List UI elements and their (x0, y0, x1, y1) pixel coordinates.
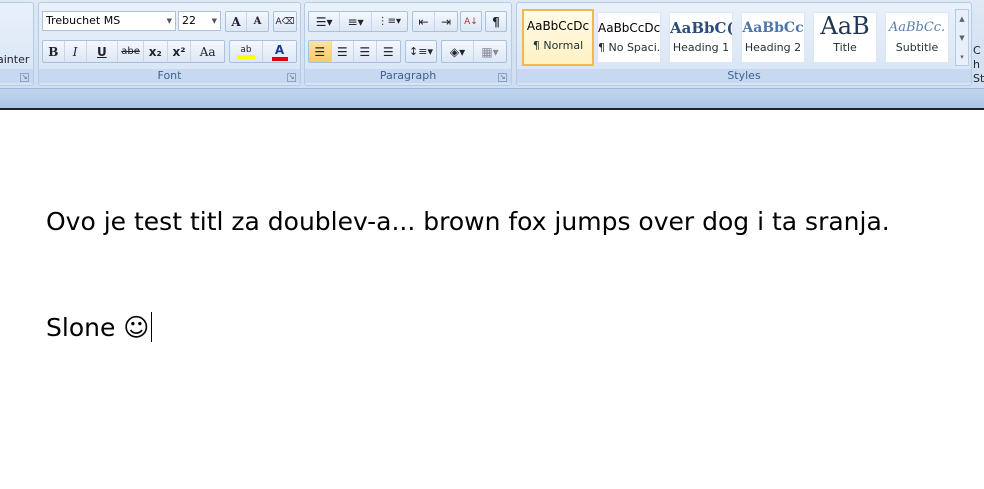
style-preview: AaBbCcDc (526, 19, 590, 33)
paragraph-group-label: Paragraph (305, 69, 511, 83)
styles-group: AaBbCcDc ¶ Normal AaBbCcDc ¶ No Spaci... A… (516, 2, 972, 86)
bold-button[interactable]: B (43, 41, 65, 62)
more-styles-icon[interactable]: ▾ (956, 48, 968, 67)
align-center-icon[interactable]: ☰ (332, 41, 355, 62)
document-line-2-text: Slone ☺ (46, 313, 150, 342)
style-heading-2[interactable]: AaBbCc Heading 2 (741, 12, 805, 63)
font-name-select[interactable]: Trebuchet MS ▼ (42, 11, 176, 31)
scroll-up-icon[interactable]: ▲ (956, 10, 968, 29)
numbering-icon[interactable]: ≡▾ (340, 12, 372, 31)
strikethrough-button[interactable]: abe (118, 41, 144, 62)
multilevel-list-icon[interactable]: ⋮≡▾ (372, 12, 407, 31)
sort-button[interactable]: A↓ (461, 12, 481, 31)
font-color-label: A (274, 42, 285, 57)
styles-scrollbar[interactable]: ▲ ▼ ▾ (955, 9, 969, 66)
style-name: ¶ Normal (532, 39, 584, 52)
font-color-bar (271, 56, 288, 61)
style-heading-1[interactable]: AaBbC( Heading 1 (669, 12, 733, 63)
grow-font-button[interactable]: A (226, 12, 248, 31)
style-name: Heading 1 (672, 41, 730, 54)
decrease-indent-icon[interactable]: ⇤ (413, 12, 436, 31)
highlight-label: ab (240, 44, 252, 55)
style-preview: AaBbC( (670, 19, 732, 37)
justify-icon[interactable]: ☰ (377, 41, 400, 62)
font-group: Trebuchet MS ▼ 22 ▼ A A A⌫ B I U abe x₂ x²… (38, 2, 301, 86)
italic-button[interactable]: I (65, 41, 87, 62)
align-right-icon[interactable]: ☰ (354, 41, 377, 62)
subscript-button[interactable]: x₂ (144, 41, 168, 62)
style-name: ¶ No Spaci... (598, 41, 661, 54)
change-case-button[interactable]: Aa (191, 41, 224, 62)
font-size-select[interactable]: 22 ▼ (178, 11, 221, 31)
document-line-2[interactable]: Slone ☺ (46, 312, 153, 342)
styles-group-label: Styles (517, 69, 971, 83)
style-normal[interactable]: AaBbCcDc ¶ Normal (522, 9, 594, 66)
font-color-button[interactable]: A (263, 41, 296, 62)
text-caret (151, 312, 153, 342)
style-no-spacing[interactable]: AaBbCcDc ¶ No Spaci... (597, 12, 661, 63)
chevron-down-icon: ▼ (166, 17, 172, 25)
shading-icon[interactable]: ◈▾ (442, 41, 475, 62)
style-title[interactable]: AaB Title (813, 12, 877, 63)
clipboard-group: ainter ↘ (0, 2, 34, 86)
font-dialog-launcher-icon[interactable]: ↘ (287, 73, 296, 82)
clear-formatting-icon[interactable]: A⌫ (274, 12, 296, 31)
borders-icon[interactable]: ▦▾ (474, 41, 506, 62)
style-name: Title (833, 41, 857, 54)
ribbon-bottom-strip (0, 88, 984, 109)
document-line-1[interactable]: Ovo je test titl za doublev-a... brown f… (46, 207, 890, 236)
style-preview: AaBbCc (742, 20, 804, 36)
style-name: Heading 2 (744, 41, 802, 54)
superscript-button[interactable]: x² (168, 41, 192, 62)
align-left-icon[interactable]: ☰ (309, 41, 332, 62)
document-top-border (0, 108, 984, 110)
shrink-font-button[interactable]: A (247, 12, 268, 31)
change-styles-button[interactable]: Ch St (973, 44, 984, 86)
style-subtitle[interactable]: AaBbCc. Subtitle (885, 12, 949, 63)
highlight-button[interactable]: ab (230, 41, 264, 62)
chevron-down-icon: ▼ (211, 17, 217, 25)
font-name-value: Trebuchet MS (46, 14, 121, 27)
highlight-color-bar (237, 54, 255, 59)
paragraph-dialog-launcher-icon[interactable]: ↘ (498, 73, 507, 82)
paragraph-group: ☰▾ ≡▾ ⋮≡▾ ⇤ ⇥ A↓ ¶ ☰ ☰ ☰ ☰ ↕≡▾ ◈▾ ▦▾ Par… (304, 2, 512, 86)
style-preview: AaB (820, 13, 870, 40)
line-spacing-icon[interactable]: ↕≡▾ (406, 41, 436, 62)
ribbon: ainter ↘ Trebuchet MS ▼ 22 ▼ A A A⌫ B I U … (0, 0, 984, 88)
show-formatting-button[interactable]: ¶ (486, 12, 506, 31)
scroll-down-icon[interactable]: ▼ (956, 29, 968, 48)
increase-indent-icon[interactable]: ⇥ (435, 12, 457, 31)
font-size-value: 22 (182, 14, 196, 27)
format-painter-button[interactable]: ainter (0, 53, 29, 66)
underline-button[interactable]: U (87, 41, 119, 62)
style-preview: AaBbCc. (888, 20, 946, 35)
font-group-label: Font (39, 69, 300, 83)
style-preview: AaBbCcDc (598, 21, 660, 35)
bullets-icon[interactable]: ☰▾ (309, 12, 341, 31)
clipboard-launcher-icon[interactable]: ↘ (20, 73, 29, 82)
style-name: Subtitle (895, 41, 939, 54)
